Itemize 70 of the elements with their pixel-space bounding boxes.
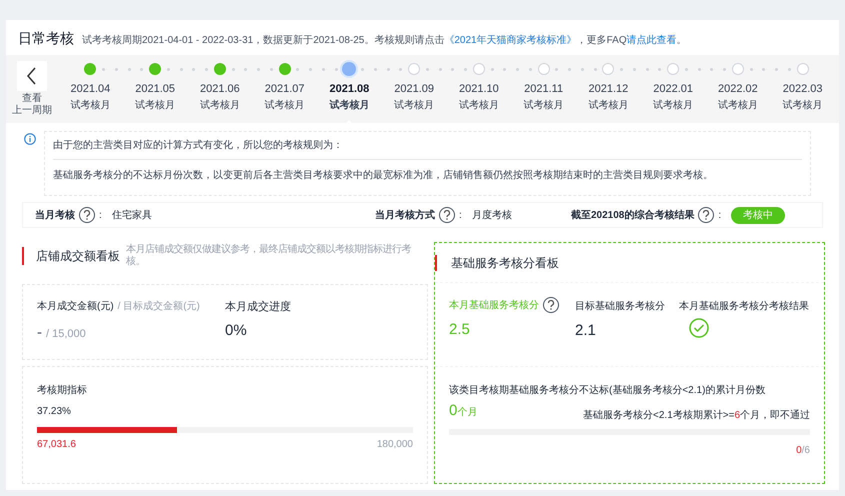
score-value: 2.5 bbox=[449, 320, 471, 340]
faq-link[interactable]: 请点此查看 bbox=[626, 35, 677, 46]
panel-title: 店铺成交额看板 bbox=[36, 248, 120, 265]
fail-rule-text: 基础服务考核分<2.1考核期累计>=6个月，即不通过 bbox=[583, 408, 810, 422]
month-label: 试考核月 bbox=[329, 98, 370, 112]
month-tab[interactable]: 2021.10 bbox=[458, 81, 499, 98]
month-label: 试考核月 bbox=[200, 98, 240, 112]
page-title: 日常考核 bbox=[18, 29, 74, 48]
notice-text: 由于您的主营类目对应的计算方式有变化，所以您的考核规则为： bbox=[53, 138, 802, 160]
month-tab[interactable]: 2021.05 bbox=[135, 81, 175, 98]
period-label: 考核期指标 bbox=[37, 384, 88, 398]
previous-cycle-button[interactable] bbox=[17, 61, 47, 91]
month-label: 试考核月 bbox=[394, 98, 434, 112]
colon: : bbox=[718, 208, 722, 222]
status-badge: 考核中 bbox=[731, 206, 786, 224]
info-value: 住宅家具 bbox=[112, 208, 152, 222]
chevron-left-icon bbox=[27, 67, 37, 85]
month-tab[interactable]: 2021.09 bbox=[394, 81, 434, 98]
month-tab[interactable]: 2021.11 bbox=[524, 81, 564, 98]
help-icon[interactable] bbox=[439, 207, 455, 223]
month-label: 试考核月 bbox=[588, 98, 628, 112]
count-value: 0 bbox=[449, 401, 458, 421]
previous-cycle-label[interactable]: 查看 上一周期 bbox=[12, 93, 52, 117]
notice-text: 基础服务考核分的不达标月份次数，以变更前后各主营类目考核要求中的最宽标准为准，店铺销售额仍然按照考核期结束时的主营类目规则要求考核。 bbox=[53, 168, 714, 183]
target-score-label: 目标基础服务考核分 bbox=[575, 300, 666, 314]
month-label: 试考核月 bbox=[782, 98, 823, 112]
period-value: 67,031.6 bbox=[37, 438, 76, 452]
rule-link[interactable]: 《2021年天猫商家考核标准》 bbox=[444, 35, 577, 46]
period-target: 180,000 bbox=[376, 438, 413, 452]
month-label: 试考核月 bbox=[653, 98, 694, 112]
month-label: 试考核月 bbox=[264, 98, 305, 112]
progress-label: 本月成交进度 bbox=[225, 300, 292, 315]
amount-value: - bbox=[37, 323, 42, 343]
month-tab[interactable]: 2021.06 bbox=[200, 81, 240, 98]
month-label: 试考核月 bbox=[718, 98, 758, 112]
help-icon[interactable] bbox=[79, 207, 95, 223]
panel-subtitle: 本月店铺成交额仅做建议参考，最终店铺成交额以考核期指标进行考核。 bbox=[126, 244, 412, 268]
month-tab[interactable]: 2022.03 bbox=[782, 81, 822, 98]
month-label: 试考核月 bbox=[70, 98, 110, 112]
period-percent: 37.23% bbox=[37, 405, 72, 419]
help-icon[interactable] bbox=[543, 297, 559, 313]
count-label: 该类目考核期基础服务考核分不达标(基础服务考核分<2.1)的累计月份数 bbox=[449, 384, 766, 398]
colon: : bbox=[459, 208, 462, 222]
target-label: / 目标成交金额(元) bbox=[118, 300, 200, 314]
month-tab[interactable]: 2021.04 bbox=[70, 81, 110, 98]
result-label: 本月基础服务考核分考核结果 bbox=[679, 300, 810, 314]
month-tab[interactable]: 2021.07 bbox=[264, 81, 304, 98]
info-value: 月度考核 bbox=[472, 208, 512, 222]
info-icon bbox=[24, 133, 36, 145]
month-tab[interactable]: 2022.02 bbox=[718, 81, 758, 98]
count-unit: 个月 bbox=[457, 406, 478, 420]
info-label: 当月考核 bbox=[35, 208, 75, 222]
month-label: 试考核月 bbox=[524, 98, 564, 112]
info-label: 当月考核方式 bbox=[375, 208, 435, 222]
amount-label: 本月成交金额(元) bbox=[37, 300, 114, 314]
target-score-value: 2.1 bbox=[575, 321, 597, 341]
target-value: / 15,000 bbox=[46, 327, 86, 342]
month-label: 试考核月 bbox=[458, 98, 499, 112]
count-ratio: 0/6 bbox=[796, 444, 810, 458]
progress-value: 0% bbox=[225, 320, 248, 340]
month-tab[interactable]: 2021.08 bbox=[329, 81, 370, 98]
month-label: 试考核月 bbox=[135, 98, 176, 112]
info-label: 截至202108的综合考核结果 bbox=[571, 208, 694, 222]
panel-title: 基础服务考核分看板 bbox=[451, 254, 559, 272]
month-tab[interactable]: 2022.01 bbox=[653, 81, 693, 98]
score-label: 本月基础服务考核分 bbox=[449, 298, 539, 312]
header-description: 试考考核周期2021-04-01 - 2022-03-31，数据更新于2021-08-25。考核规则请点击《2021年天猫商家考核标准》，更多FAQ请点此查看。 bbox=[82, 34, 687, 48]
help-icon[interactable] bbox=[698, 207, 714, 223]
month-tab[interactable]: 2021.12 bbox=[588, 81, 628, 98]
colon: : bbox=[99, 208, 102, 222]
